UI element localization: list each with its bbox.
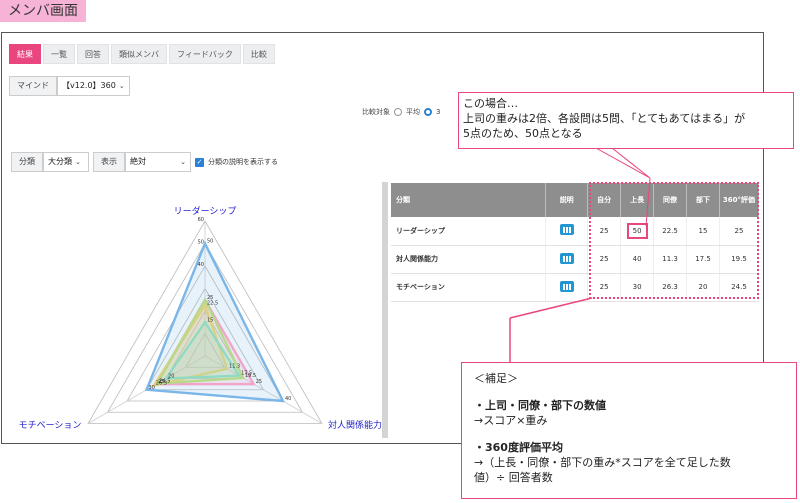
radar-point-label: 50 bbox=[207, 239, 213, 245]
bar-chart-icon bbox=[559, 252, 574, 264]
tab-similar-members[interactable]: 類似メンバ bbox=[111, 44, 167, 64]
table-row: モチベーション 25 30 26.3 20 24.5 bbox=[391, 273, 760, 302]
filter-row: 分類 大分類 ⌄ 表示 絶対 ⌄ ✓ 分類の説明を表示する bbox=[11, 152, 278, 172]
cell-value-highlight: 50 bbox=[620, 217, 655, 246]
radio-option-3[interactable] bbox=[424, 108, 432, 116]
cell-value: 17.5 bbox=[686, 245, 720, 274]
th-360: 360°評価 bbox=[719, 183, 760, 217]
row-name: 対人関係能力 bbox=[391, 245, 547, 274]
th-category: 分類 bbox=[391, 183, 547, 217]
callout-top-line2: 上司の重みは2倍、各設問は5問、「とてもあてはまる」が bbox=[463, 112, 746, 125]
display-label: 表示 bbox=[93, 152, 125, 172]
tab-answers[interactable]: 回答 bbox=[77, 44, 109, 64]
cell-value: 40 bbox=[620, 245, 655, 274]
radar-axis-label: 対人関係能力 bbox=[328, 419, 382, 431]
radar-tick-label: 50 bbox=[198, 240, 204, 246]
mind-select[interactable]: 【v12.0】360 ⌄ bbox=[57, 76, 130, 96]
cell-value: 20 bbox=[686, 273, 720, 302]
radar-chart: リーダーシップ対人関係能力モチベーション50403025252522.511.3… bbox=[19, 205, 382, 431]
radar-point-label: 19.5 bbox=[245, 373, 256, 379]
callout-bottom-item1-desc: →スコア×重み bbox=[474, 414, 548, 427]
score-table: 分類 説明 自分 上長 同僚 部下 360°評価 リーダーシップ 25 50 2… bbox=[391, 183, 760, 302]
mind-selector-row: マインド 【v12.0】360 ⌄ bbox=[9, 76, 130, 96]
radar-point-label: 15 bbox=[207, 317, 213, 323]
compare-label: 比較対象 bbox=[362, 108, 390, 116]
cell-value: 30 bbox=[620, 273, 655, 302]
compare-target-row: 比較対象 平均 3 bbox=[362, 107, 440, 117]
cell-value: 15 bbox=[686, 217, 720, 246]
radar-series bbox=[144, 240, 285, 403]
cell-value: 25 bbox=[587, 273, 622, 302]
checkmark-icon: ✓ bbox=[195, 157, 204, 167]
th-subordinate: 部下 bbox=[686, 183, 720, 217]
cell-value: 25 bbox=[719, 217, 760, 246]
cell-value: 22.5 bbox=[653, 217, 688, 246]
callout-bottom-item2-desc1: →（上長・同僚・部下の重み*スコアを全て足した数 bbox=[474, 456, 731, 469]
tab-bar: 結果 一覧 回答 類似メンバ フィードバック 比較 bbox=[9, 44, 277, 64]
radar-axis-label: モチベーション bbox=[19, 420, 82, 431]
radar-axis-label: リーダーシップ bbox=[174, 205, 237, 217]
cell-value: 25 bbox=[587, 217, 622, 246]
radio-average-label: 平均 bbox=[406, 108, 420, 116]
cell-value: 11.3 bbox=[653, 245, 688, 274]
cell-value: 26.3 bbox=[653, 273, 688, 302]
radar-tick-label: 60 bbox=[198, 217, 204, 223]
show-description-checkbox[interactable]: ✓ 分類の説明を表示する bbox=[195, 157, 278, 167]
chevron-down-icon: ⌄ bbox=[180, 158, 186, 166]
radar-point-label: 11.3 bbox=[229, 364, 240, 370]
th-self: 自分 bbox=[587, 183, 622, 217]
category-select-value: 大分類 bbox=[48, 157, 72, 166]
th-description: 説明 bbox=[545, 183, 589, 217]
table-row: 対人関係能力 25 40 11.3 17.5 19.5 bbox=[391, 245, 760, 274]
callout-bottom-heading: ＜補足＞ bbox=[474, 372, 518, 385]
chart-button[interactable] bbox=[545, 245, 589, 274]
callout-bottom-item1-title: ・上司・同僚・部下の数値 bbox=[474, 399, 606, 412]
chart-button[interactable] bbox=[545, 273, 589, 302]
radio-option-3-label: 3 bbox=[436, 108, 441, 116]
bar-chart-icon bbox=[559, 280, 574, 292]
tab-compare[interactable]: 比較 bbox=[242, 44, 275, 64]
tab-results[interactable]: 結果 bbox=[9, 44, 41, 64]
table-row: リーダーシップ 25 50 22.5 15 25 bbox=[391, 217, 760, 246]
radar-point-label: 40 bbox=[285, 396, 291, 402]
radar-tick-label: 40 bbox=[198, 262, 204, 268]
bar-chart-icon bbox=[559, 224, 574, 236]
row-name: リーダーシップ bbox=[391, 217, 547, 246]
callout-bottom-item2-desc2: 値）÷ 回答者数 bbox=[474, 471, 553, 484]
mind-select-value: 【v12.0】360 bbox=[62, 81, 116, 90]
radar-point-label: 30 bbox=[149, 385, 155, 391]
highlighted-value: 50 bbox=[626, 222, 648, 239]
page-title: メンバ画面 bbox=[0, 0, 86, 22]
callout-bottom-item2-title: ・360度評価平均 bbox=[474, 441, 563, 454]
cell-value: 25 bbox=[587, 245, 622, 274]
tab-list[interactable]: 一覧 bbox=[43, 44, 75, 64]
radar-point-label: 24.5 bbox=[159, 379, 170, 385]
scrollbar[interactable] bbox=[382, 182, 388, 438]
chevron-down-icon: ⌄ bbox=[118, 82, 125, 90]
callout-top: この場合… 上司の重みは2倍、各設問は5問、「とてもあてはまる」が 5点のため、… bbox=[458, 92, 794, 149]
th-peer: 同僚 bbox=[653, 183, 688, 217]
category-label: 分類 bbox=[11, 152, 43, 172]
display-select[interactable]: 絶対 ⌄ bbox=[125, 152, 191, 172]
row-name: モチベーション bbox=[391, 273, 547, 302]
radio-average[interactable] bbox=[394, 108, 402, 116]
radar-point-label: 22.5 bbox=[207, 300, 218, 306]
tab-feedback[interactable]: フィードバック bbox=[169, 44, 241, 64]
radar-point-label: 25 bbox=[256, 379, 262, 385]
th-boss: 上長 bbox=[620, 183, 655, 217]
chart-button[interactable] bbox=[545, 217, 589, 246]
chevron-down-icon: ⌄ bbox=[75, 158, 81, 166]
mind-label: マインド bbox=[9, 76, 57, 96]
show-description-label: 分類の説明を表示する bbox=[208, 158, 278, 166]
cell-value: 19.5 bbox=[719, 245, 760, 274]
cell-value: 24.5 bbox=[719, 273, 760, 302]
display-select-value: 絶対 bbox=[130, 157, 146, 166]
callout-top-line1: この場合… bbox=[463, 97, 518, 110]
callout-bottom: ＜補足＞ ・上司・同僚・部下の数値 →スコア×重み ・360度評価平均 →（上長… bbox=[461, 362, 797, 499]
callout-top-line3: 5点のため、50点となる bbox=[463, 127, 583, 140]
category-select[interactable]: 大分類 ⌄ bbox=[43, 152, 89, 172]
